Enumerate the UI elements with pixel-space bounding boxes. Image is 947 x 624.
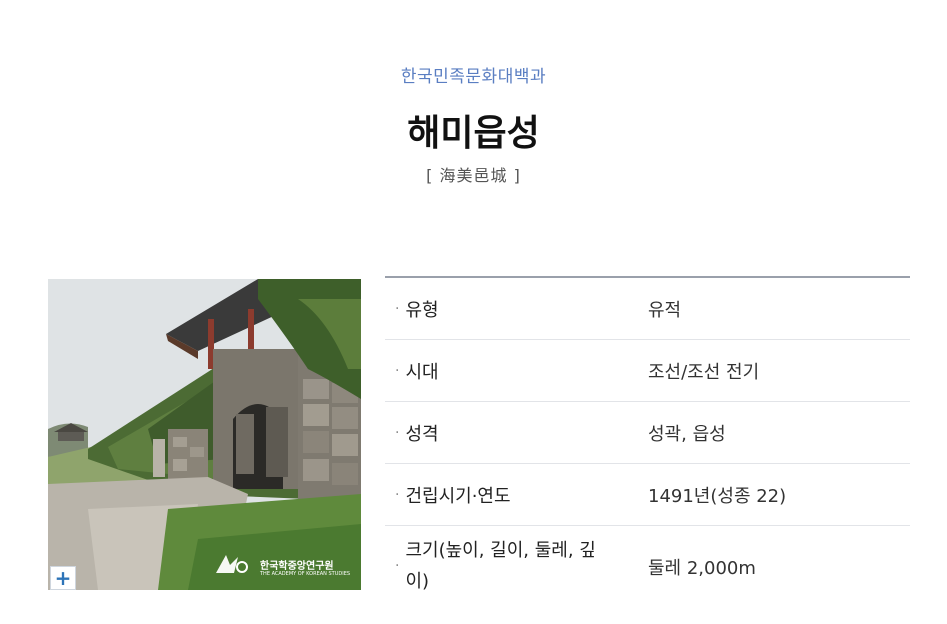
info-row-period: · 시대 조선/조선 전기 <box>385 340 910 402</box>
bullet-icon: · <box>395 424 400 441</box>
info-value: 1491년(성종 22) <box>648 485 787 507</box>
info-label: 건립시기·연도 <box>405 485 511 507</box>
info-row-type: · 유형 유적 <box>385 278 910 340</box>
bullet-icon: · <box>395 486 400 503</box>
info-value: 유적 <box>648 299 682 321</box>
info-value: 둘레 2,000m <box>648 558 756 579</box>
main-photo[interactable]: 한국학중앙연구원 THE ACADEMY OF KOREAN STUDIES <box>48 279 361 590</box>
info-row-construction-year: · 건립시기·연도 1491년(성종 22) <box>385 464 910 526</box>
info-row-nature: · 성격 성곽, 읍성 <box>385 402 910 464</box>
fortress-gate-photo <box>48 279 361 590</box>
source-label[interactable]: 한국민족문화대백과 <box>0 62 947 87</box>
info-label: 성격 <box>405 423 439 445</box>
info-table: · 유형 유적 · 시대 조선/조선 전기 · 성격 성곽, 읍성 · 건립시기·연도 … <box>385 276 910 608</box>
info-label: 크기(높이, 길이, 둘레, 깊이) <box>405 540 596 592</box>
info-label: 시대 <box>405 361 439 383</box>
bullet-icon: · <box>395 558 400 575</box>
info-label: 유형 <box>405 299 439 321</box>
hanja-subtitle: [ 海美邑城 ] <box>426 166 521 185</box>
watermark-subtext: THE ACADEMY OF KOREAN STUDIES <box>260 571 351 577</box>
info-value: 성곽, 읍성 <box>648 423 726 445</box>
info-value: 조선/조선 전기 <box>648 361 760 383</box>
bullet-icon: · <box>395 362 400 379</box>
zoom-plus-icon[interactable]: + <box>50 566 76 590</box>
watermark-text: 한국학중앙연구원 <box>260 561 334 572</box>
info-row-size: · 크기(높이, 길이, 둘레, 깊이) 둘레 2,000m <box>385 526 910 608</box>
bullet-icon: · <box>395 300 400 317</box>
page-title: 해미읍성 <box>407 113 540 154</box>
